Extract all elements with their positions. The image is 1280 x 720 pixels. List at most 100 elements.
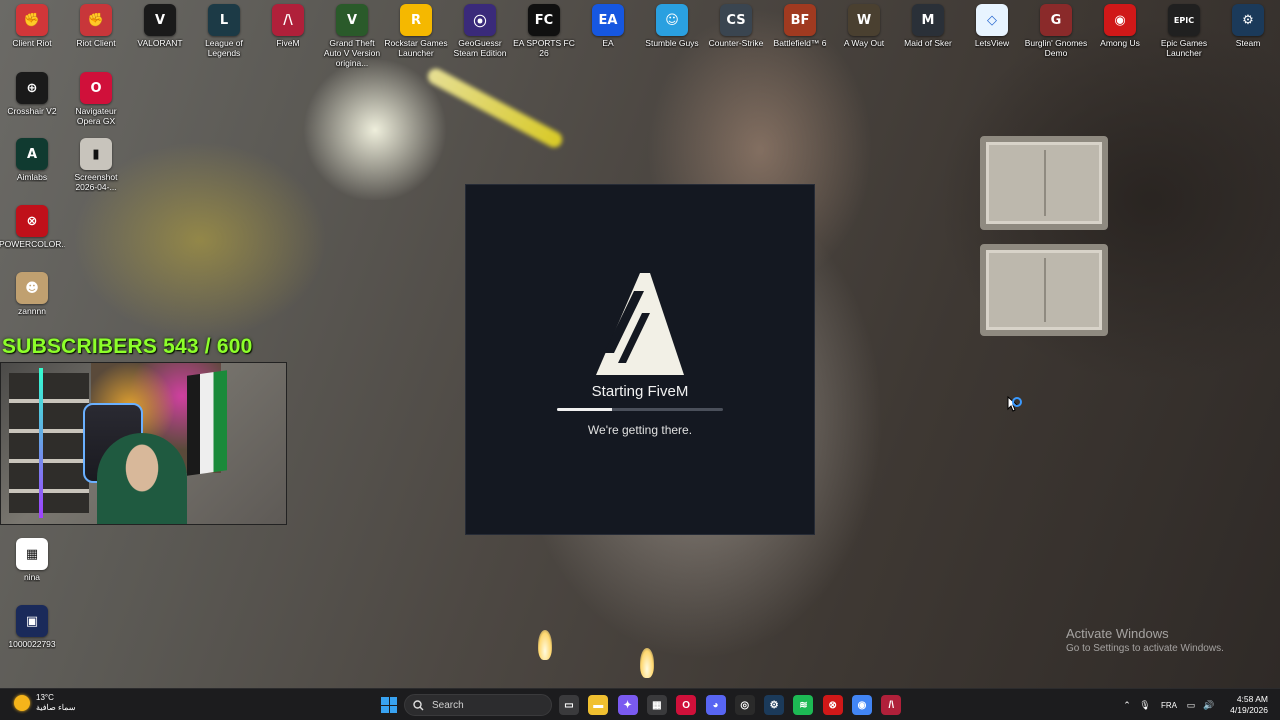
webcam-led-strip <box>39 368 43 518</box>
qr-code-icon: ▦ <box>16 538 48 570</box>
ea-fc-icon: FC <box>528 4 560 36</box>
subscribers-counter: SUBSCRIBERS 543 / 600 <box>2 335 253 358</box>
desktop-shortcut[interactable]: V VALORANT <box>128 4 192 48</box>
desktop-shortcut[interactable]: ▣ 1000022793 <box>0 605 64 649</box>
desktop-shortcut[interactable]: O Navigateur Opera GX <box>64 72 128 126</box>
wall-switch-top <box>980 136 1108 230</box>
launcher-progress-fill <box>557 408 612 411</box>
desktop-shortcut[interactable]: L League of Legends <box>192 4 256 58</box>
riot-fist-icon: ✊ <box>16 4 48 36</box>
riot-fist-icon: ✊ <box>80 4 112 36</box>
fivem-launcher-dialog: Starting FiveM We're getting there. <box>465 184 815 535</box>
microsoft-store-icon[interactable]: ▦ <box>646 695 667 715</box>
desktop-shortcut[interactable]: ◉ Among Us <box>1088 4 1152 48</box>
weather-widget[interactable]: 13°C سماء صافية <box>14 693 76 713</box>
desktop-shortcut-label: Screenshot 2026-04-... <box>74 172 118 192</box>
start-button[interactable] <box>381 697 397 713</box>
desktop-shortcut[interactable]: EA EA <box>576 4 640 48</box>
desktop-shortcut[interactable]: R Rockstar Games Launcher <box>384 4 448 58</box>
desktop-shortcut[interactable]: ⊕ Crosshair V2 <box>0 72 64 116</box>
desktop-shortcut[interactable]: ▦ nina <box>0 538 64 582</box>
desktop-shortcut-label: zannnn <box>18 306 46 316</box>
desktop-shortcut[interactable]: CS Counter-Strike <box>704 4 768 48</box>
spotify-icon[interactable]: ≋ <box>793 695 814 715</box>
desktop-shortcut[interactable]: ✊ Riot Client <box>64 4 128 48</box>
copilot-icon[interactable]: ✦ <box>617 695 638 715</box>
taskbar-clock[interactable]: 4:58 AM 4/19/2026 <box>1230 694 1268 716</box>
obs-icon[interactable]: ◎ <box>734 695 755 715</box>
counter-strike-icon: CS <box>720 4 752 36</box>
network-icon[interactable]: ▭ <box>1182 700 1200 711</box>
desktop-shortcut-label: Maid of Sker <box>904 38 952 48</box>
burglin-gnomes-icon: G <box>1040 4 1072 36</box>
volume-icon[interactable]: 🔊 <box>1200 700 1218 711</box>
desktop-shortcut-label: Riot Client <box>76 38 116 48</box>
desktop-shortcut[interactable]: ⚙ Steam <box>1216 4 1280 48</box>
desktop-shortcut[interactable]: /\ FiveM <box>256 4 320 48</box>
webcam-flag <box>187 370 227 476</box>
photo-thumbnail-icon: ☻ <box>16 272 48 304</box>
taskbar-search[interactable]: Search <box>404 694 552 716</box>
desktop-shortcut-label: Steam <box>1235 38 1261 48</box>
search-placeholder: Search <box>432 699 464 711</box>
desktop-shortcut[interactable]: W A Way Out <box>832 4 896 48</box>
desktop-shortcut-label: Stumble Guys <box>645 38 699 48</box>
discord-icon[interactable]: ◕ <box>705 695 726 715</box>
aimlabs-icon: A <box>16 138 48 170</box>
file-explorer-icon[interactable]: ▬ <box>588 695 609 715</box>
stumble-guys-icon: ☺ <box>656 4 688 36</box>
task-view-icon[interactable]: ▭ <box>559 695 579 715</box>
desktop-shortcut[interactable]: ⦿ GeoGuessr Steam Edition <box>448 4 512 58</box>
webcam-streamer <box>97 433 187 524</box>
desktop-shortcut-label: EA <box>602 38 614 48</box>
desktop-shortcut-label: 1000022793 <box>8 639 56 649</box>
system-tray: ⌃ 🎙 FRA ▭ 🔊 <box>1120 689 1218 720</box>
desktop-shortcut[interactable]: ◇ LetsView <box>960 4 1024 48</box>
maid-of-sker-icon: M <box>912 4 944 36</box>
desktop-shortcut[interactable]: A Aimlabs <box>0 138 64 182</box>
fivem-logo-icon <box>596 273 684 375</box>
taskbar: 13°C سماء صافية Search ▭ ▬ ✦ ▦ O ◕ ◎ ⚙ ≋ ⊗ ◉ /\ ⌃ 🎙… <box>0 688 1280 720</box>
epic-games-icon: EPIC <box>1168 4 1200 36</box>
desktop-shortcut[interactable]: ✊ Client Riot <box>0 4 64 48</box>
record-app-icon[interactable]: ⊗ <box>822 695 843 715</box>
desktop-shortcut[interactable]: FC EA SPORTS FC 26 <box>512 4 576 58</box>
launcher-status-text: We're getting there. <box>587 423 693 437</box>
desktop-shortcut-label: Among Us <box>1100 38 1140 48</box>
chrome-icon[interactable]: ◉ <box>852 695 872 715</box>
activate-windows-hint: Go to Settings to activate Windows. <box>1066 643 1224 654</box>
valorant-icon: V <box>144 4 176 36</box>
launcher-progress-bar <box>557 408 723 411</box>
desktop-shortcut-label: A Way Out <box>843 38 885 48</box>
weather-description: سماء صافية <box>36 703 76 712</box>
opera-gx-icon[interactable]: O <box>676 695 697 715</box>
desktop-shortcut-label: nina <box>23 572 41 582</box>
desktop-shortcut[interactable]: ☻ zannnn <box>0 272 64 316</box>
fivem-icon[interactable]: /\ <box>881 695 902 715</box>
desktop-shortcut-label: Battlefield™ 6 <box>773 38 827 48</box>
wall-switch-bottom <box>980 244 1108 336</box>
desktop-shortcut[interactable]: G Burglin' Gnomes Demo <box>1024 4 1088 58</box>
microphone-icon[interactable]: 🎙 <box>1134 700 1156 711</box>
webcam-overlay <box>0 362 287 525</box>
crosshair-icon: ⊕ <box>16 72 48 104</box>
steam-icon[interactable]: ⚙ <box>764 695 785 715</box>
desktop-shortcut[interactable]: BF Battlefield™ 6 <box>768 4 832 48</box>
desktop-shortcut-label: Grand Theft Auto V Version origina... <box>323 38 381 68</box>
activate-windows-watermark: Activate Windows Go to Settings to activ… <box>1066 626 1224 654</box>
a-way-out-icon: W <box>848 4 880 36</box>
image-thumbnail-icon: ▣ <box>16 605 48 637</box>
input-language[interactable]: FRA <box>1156 701 1182 710</box>
clock-time: 4:58 AM <box>1236 694 1268 704</box>
ea-icon: EA <box>592 4 624 36</box>
show-hidden-icons-chevron-icon[interactable]: ⌃ <box>1120 700 1134 711</box>
desktop-shortcut[interactable]: V Grand Theft Auto V Version origina... <box>320 4 384 68</box>
desktop-shortcut[interactable]: M Maid of Sker <box>896 4 960 48</box>
candle-flame <box>640 648 654 678</box>
opera-gx-icon: O <box>80 72 112 104</box>
desktop-shortcut[interactable]: EPIC Epic Games Launcher <box>1152 4 1216 58</box>
desktop-shortcut[interactable]: ☺ Stumble Guys <box>640 4 704 48</box>
desktop-shortcut[interactable]: ⊗ POWERCOLOR... <box>0 205 65 249</box>
fivem-icon: /\ <box>272 4 304 36</box>
desktop-shortcut[interactable]: ▮ Screenshot 2026-04-... <box>64 138 128 192</box>
